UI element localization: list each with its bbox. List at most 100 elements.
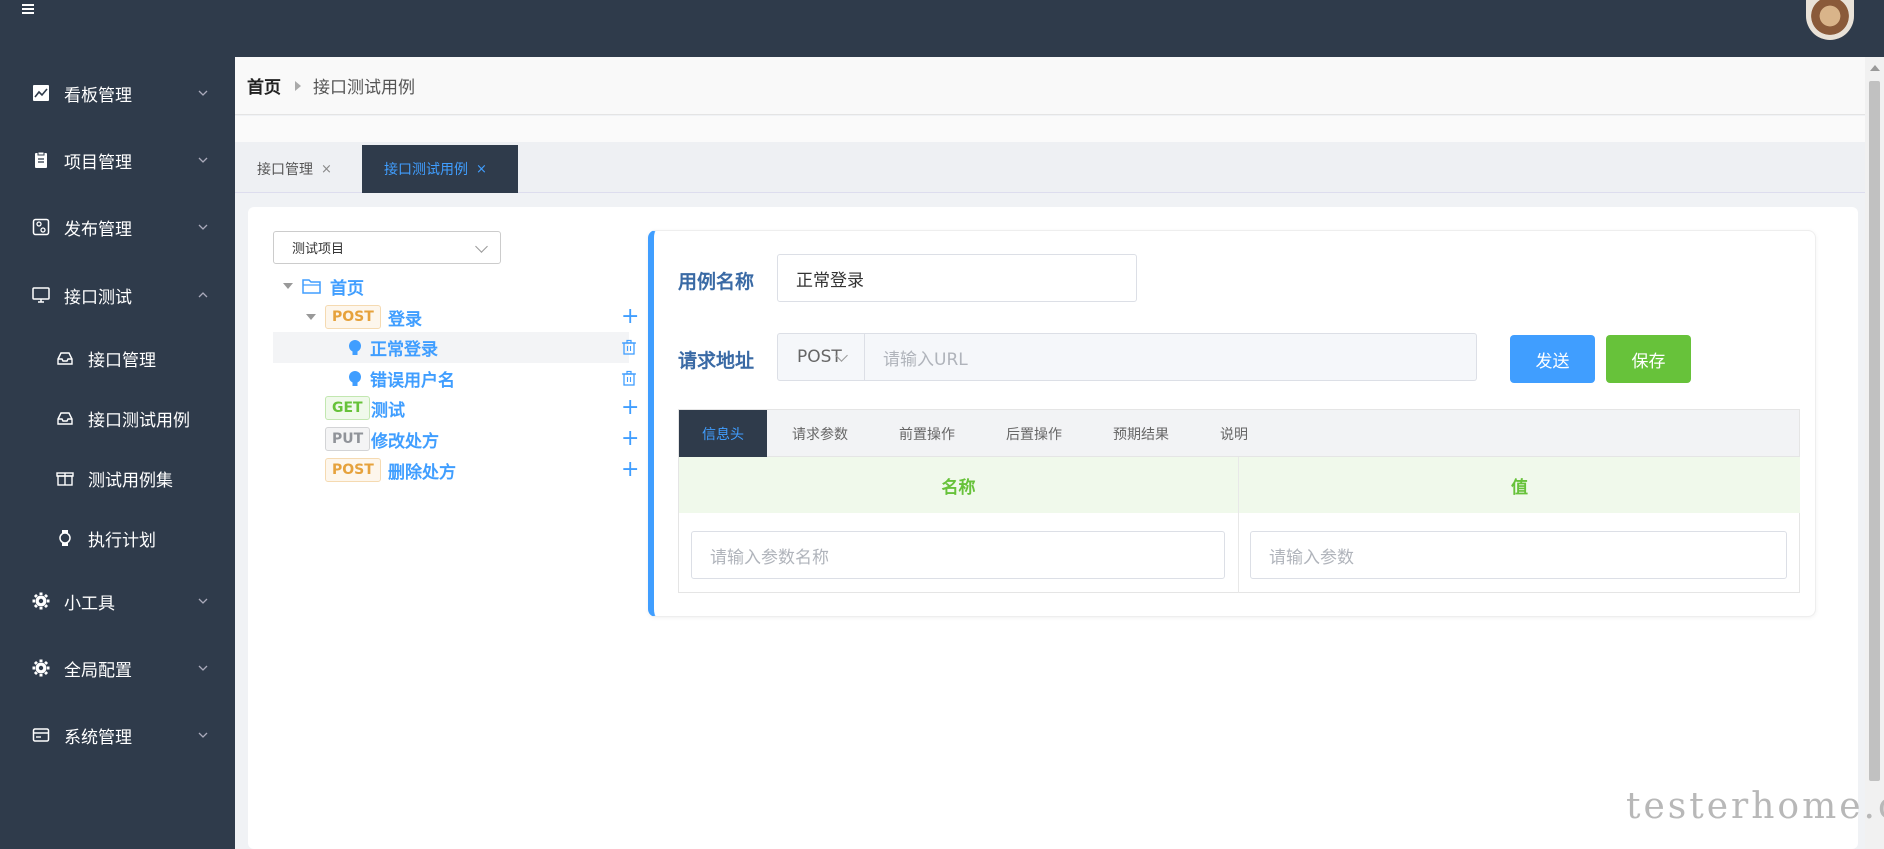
tab-api-test-cases[interactable]: 接口测试用例 × [362,145,518,193]
send-button[interactable]: 发送 [1510,335,1595,383]
sidebar-item-label: 系统管理 [64,727,132,748]
tree-node-case[interactable]: 正常登录 [273,332,636,363]
sidebar-item-projects[interactable]: 项目管理 [0,140,235,180]
url-input[interactable]: 请输入URL [865,333,1477,381]
content-card: 测试项目 首页 POST 登录 + 正常登录 错误用户名 GET 测试 + PU… [248,207,1858,849]
bulb-icon [349,339,361,355]
tree-node-case[interactable]: 错误用户名 [273,363,636,394]
tab-post-actions[interactable]: 后置操作 [1006,410,1062,457]
chevron-down-icon [198,90,208,96]
chevron-down-icon [198,157,208,163]
breadcrumb-current: 接口测试用例 [313,78,415,98]
chevron-down-icon [198,224,208,230]
watch-icon [56,529,74,547]
watermark: testerhome.com [1626,786,1884,827]
param-name-input[interactable]: 请输入参数名称 [691,531,1225,579]
add-icon[interactable]: + [621,397,639,419]
method-tag: POST [325,305,381,329]
trash-icon[interactable] [621,370,637,386]
request-sub-tabs: 信息头 请求参数 前置操作 后置操作 预期结果 说明 [678,409,1800,457]
caret-down-icon[interactable] [306,314,316,320]
column-header-value: 值 [1239,457,1800,513]
user-avatar[interactable] [1806,0,1854,40]
chevron-down-icon [198,732,208,738]
spacer [235,116,1865,142]
close-icon[interactable]: × [321,162,332,177]
param-value-input[interactable]: 请输入参数 [1250,531,1787,579]
tree-node-label: 登录 [388,309,422,330]
project-select-value: 测试项目 [292,242,345,257]
tab-label: 接口管理 [257,162,313,178]
add-icon[interactable]: + [621,428,639,450]
request-url-label: 请求地址 [678,350,755,372]
sidebar-item-label: 项目管理 [64,152,132,173]
sidebar-item-dashboard[interactable]: 看板管理 [0,73,235,113]
sidebar-item-system[interactable]: 系统管理 [0,715,235,755]
sidebar-item-label: 看板管理 [64,85,132,106]
card-icon [32,726,50,744]
tab-pre-actions[interactable]: 前置操作 [899,410,955,457]
headers-table: 名称 值 请输入参数名称 请输入参数 [678,457,1800,593]
gear-icon [32,659,50,677]
sidebar-item-api-test[interactable]: 接口测试 [0,275,235,315]
method-select-value: POST [797,347,842,367]
bulb-icon [349,370,361,386]
sidebar-item-release[interactable]: 发布管理 [0,207,235,247]
settings-panel-icon [32,218,50,236]
tree-node-api[interactable]: PUT 修改处方 + [273,424,639,454]
chevron-up-icon [198,292,208,298]
sidebar-item-tools[interactable]: 小工具 [0,581,235,621]
method-tag: PUT [325,427,371,451]
tree-node-api[interactable]: POST 删除处方 + [273,455,639,485]
tree-node-root[interactable]: 首页 [273,271,629,301]
tree-node-label: 正常登录 [370,340,438,360]
add-icon[interactable]: + [621,459,639,481]
sidebar-subitem-api-management[interactable]: 接口管理 [0,338,235,378]
sidebar-item-label: 接口测试 [64,287,132,308]
tab-api-management[interactable]: 接口管理 × [235,145,362,193]
close-icon[interactable]: × [476,162,487,177]
tab-description[interactable]: 说明 [1220,410,1248,457]
sidebar-item-global-config[interactable]: 全局配置 [0,648,235,688]
tab-headers[interactable]: 信息头 [679,410,767,457]
monitor-icon [32,286,50,304]
chevron-down-icon [198,665,208,671]
trash-icon[interactable] [621,339,637,355]
sidebar-subitem-label: 执行计划 [88,530,156,551]
chart-icon [32,84,50,102]
breadcrumb-home[interactable]: 首页 [247,73,281,98]
sidebar-subitem-label: 测试用例集 [88,470,173,491]
scrollbar[interactable] [1865,57,1884,849]
project-select[interactable]: 测试项目 [273,231,501,264]
scrollbar-thumb[interactable] [1869,81,1880,781]
tree-node-api[interactable]: POST 登录 + [273,302,639,332]
top-navbar [0,0,1884,57]
scroll-up-icon[interactable] [1870,65,1880,71]
hamburger-icon[interactable] [22,4,34,14]
add-icon[interactable]: + [621,306,639,328]
tab-label: 接口测试用例 [384,162,468,178]
tree-node-label: 错误用户名 [370,371,455,391]
caret-down-icon[interactable] [283,283,293,289]
sidebar-subitem-test-suites[interactable]: 测试用例集 [0,458,235,498]
method-tag: POST [325,458,381,482]
tab-request-params[interactable]: 请求参数 [792,410,848,457]
main-area: 首页 接口测试用例 接口管理 × 接口测试用例 × 测试项目 首页 POST 登… [235,57,1865,849]
case-name-input[interactable]: 正常登录 [777,254,1137,302]
chevron-down-icon [475,240,488,253]
save-button[interactable]: 保存 [1606,335,1691,383]
tree-node-api[interactable]: GET 测试 + [273,393,639,423]
sidebar-subitem-api-test-cases[interactable]: 接口测试用例 [0,398,235,438]
tree-node-label: 首页 [330,278,364,299]
breadcrumb-separator-icon [295,80,301,91]
gear-icon [32,592,50,610]
folder-icon [302,279,321,294]
sidebar-subitem-execution-plan[interactable]: 执行计划 [0,518,235,558]
tab-expected-result[interactable]: 预期结果 [1113,410,1169,457]
method-select[interactable]: POST [777,333,865,381]
case-name-label: 用例名称 [678,271,755,293]
breadcrumb: 首页 接口测试用例 [235,57,1865,115]
column-header-name: 名称 [679,457,1238,513]
tree-node-label: 删除处方 [388,462,456,483]
case-editor: 用例名称 正常登录 请求地址 POST 请输入URL 发送 保存 信息头 请求参… [648,230,1816,617]
